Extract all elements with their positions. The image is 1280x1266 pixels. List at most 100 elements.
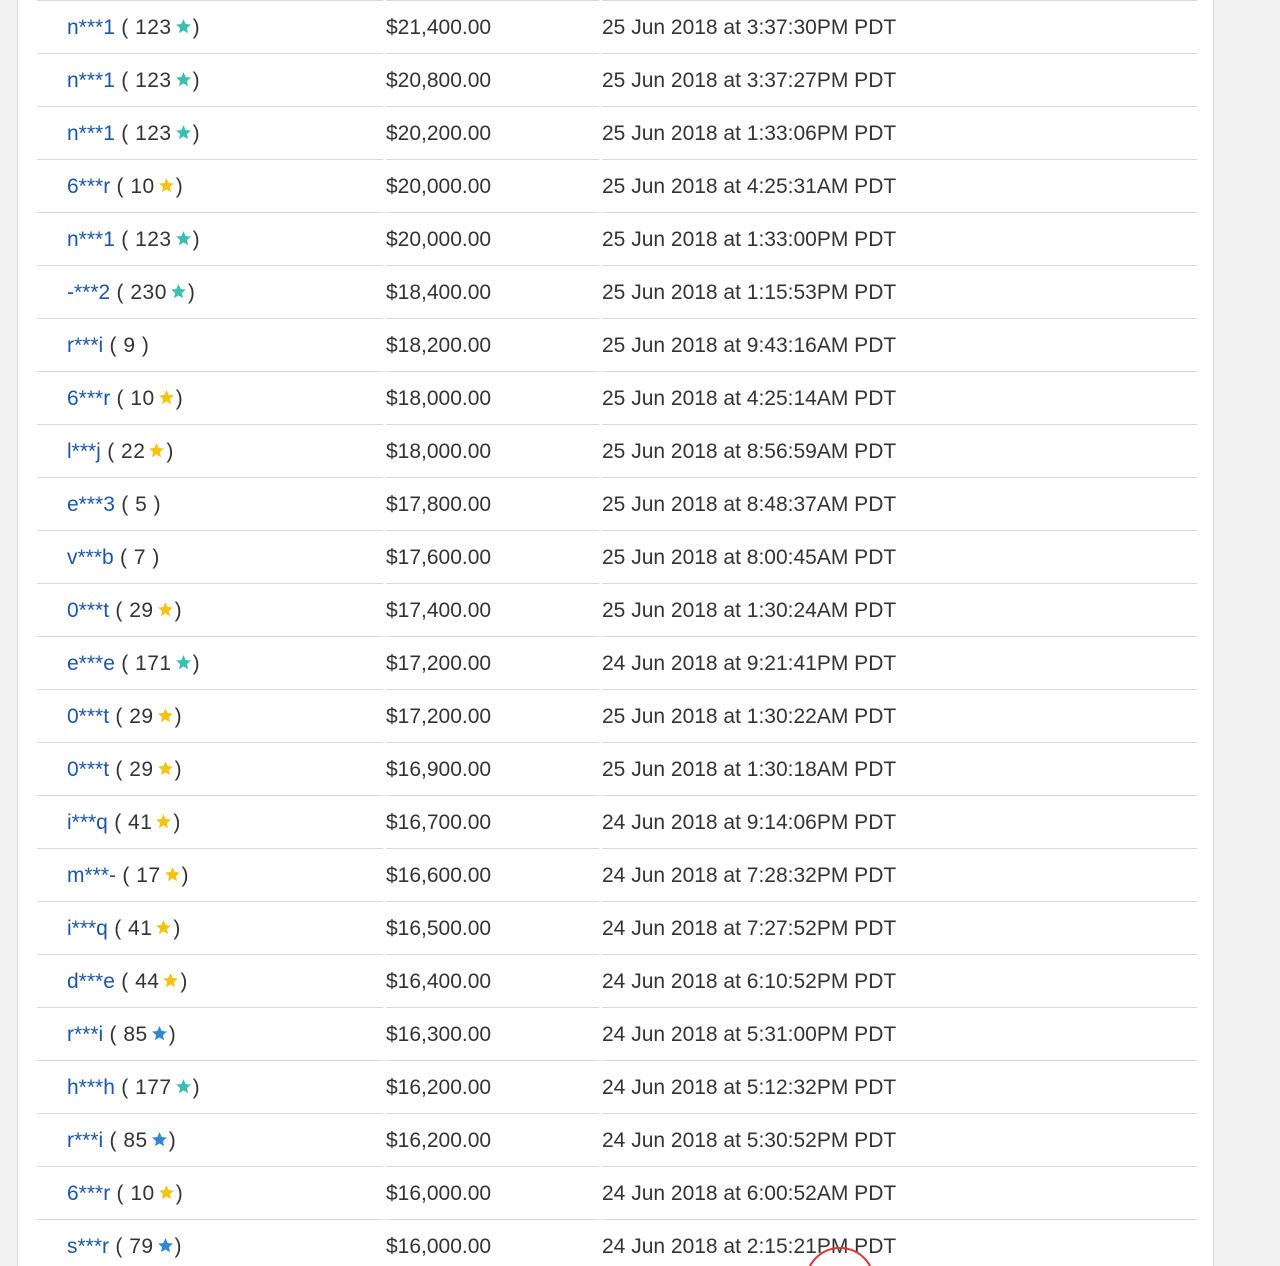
feedback-score[interactable]: 79 (129, 1235, 153, 1258)
feedback-star-icon (163, 865, 181, 883)
table-row: -***2 ( 230) $18,400.00 25 Jun 2018 at 1:1… (37, 266, 1197, 319)
bidder-username-link[interactable]: m***- (67, 864, 116, 887)
bidder-username-link[interactable]: n***1 (67, 69, 115, 92)
bid-time: 25 Jun 2018 at 8:48:37AM PDT (602, 478, 1197, 531)
feedback-star-icon (157, 388, 175, 406)
bidder-username-link[interactable]: 6***r (67, 387, 110, 410)
bidder-username-link[interactable]: h***h (67, 1076, 115, 1099)
bidder-username-link[interactable]: i***q (67, 917, 108, 940)
bid-time: 24 Jun 2018 at 9:21:41PM PDT (602, 637, 1197, 690)
table-row: e***e ( 171) $17,200.00 24 Jun 2018 at 9:2… (37, 637, 1197, 690)
bid-time: 24 Jun 2018 at 5:30:52PM PDT (602, 1114, 1197, 1167)
bidder-username-link[interactable]: n***1 (67, 228, 115, 251)
feedback-score[interactable]: 85 (123, 1023, 147, 1046)
bidder-username-link[interactable]: -***2 (67, 281, 110, 304)
bid-time: 25 Jun 2018 at 4:25:31AM PDT (602, 160, 1197, 213)
bidder-cell: s***r ( 79) (37, 1220, 383, 1266)
bid-amount: $16,200.00 (386, 1061, 599, 1114)
feedback-score[interactable]: 29 (129, 599, 153, 622)
bidder-username-link[interactable]: s***r (67, 1235, 109, 1258)
feedback-score[interactable]: 230 (130, 281, 167, 304)
bid-time: 24 Jun 2018 at 6:10:52PM PDT (602, 955, 1197, 1008)
bidder-cell: n***1 ( 123) (37, 107, 383, 160)
bid-time: 25 Jun 2018 at 1:33:00PM PDT (602, 213, 1197, 266)
feedback-star-icon (169, 282, 187, 300)
bidder-cell: i***q ( 41) (37, 902, 383, 955)
bid-amount: $20,800.00 (386, 54, 599, 107)
bidder-username-link[interactable]: 6***r (67, 1182, 110, 1205)
bid-amount: $16,200.00 (386, 1114, 599, 1167)
bid-amount: $17,600.00 (386, 531, 599, 584)
bidder-username-link[interactable]: i***q (67, 811, 108, 834)
feedback-score[interactable]: 29 (129, 758, 153, 781)
bidder-username-link[interactable]: r***i (67, 1129, 103, 1152)
feedback-score[interactable]: 22 (121, 440, 145, 463)
bid-amount: $16,700.00 (386, 796, 599, 849)
table-row: i***q ( 41) $16,700.00 24 Jun 2018 at 9:14… (37, 796, 1197, 849)
bid-time: 25 Jun 2018 at 1:33:06PM PDT (602, 107, 1197, 160)
bidder-username-link[interactable]: r***i (67, 334, 103, 357)
bid-history-panel: n***1 ( 123) $21,400.00 25 Jun 2018 at 3:3… (17, 0, 1214, 1266)
bidder-username-link[interactable]: e***e (67, 652, 115, 675)
feedback-score[interactable]: 171 (135, 652, 172, 675)
bidder-username-link[interactable]: l***j (67, 440, 101, 463)
bidder-username-link[interactable]: 0***t (67, 705, 109, 728)
table-row: 0***t ( 29) $17,400.00 25 Jun 2018 at 1:30… (37, 584, 1197, 637)
feedback-score[interactable]: 10 (130, 387, 154, 410)
feedback-star-icon (174, 1077, 192, 1095)
bid-amount: $16,500.00 (386, 902, 599, 955)
feedback-score[interactable]: 177 (135, 1076, 172, 1099)
bid-time: 25 Jun 2018 at 4:25:14AM PDT (602, 372, 1197, 425)
bid-amount: $17,400.00 (386, 584, 599, 637)
bidder-cell: m***- ( 17) (37, 849, 383, 902)
bid-time: 24 Jun 2018 at 2:15:21PM PDT (602, 1220, 1197, 1266)
bidder-username-link[interactable]: v***b (67, 546, 114, 569)
bid-amount: $20,000.00 (386, 160, 599, 213)
bid-time: 24 Jun 2018 at 5:31:00PM PDT (602, 1008, 1197, 1061)
bid-amount: $20,200.00 (386, 107, 599, 160)
bidder-username-link[interactable]: 6***r (67, 175, 110, 198)
bid-rows: n***1 ( 123) $21,400.00 25 Jun 2018 at 3:3… (37, 1, 1197, 1266)
feedback-score[interactable]: 41 (128, 917, 152, 940)
bidder-username-link[interactable]: 0***t (67, 599, 109, 622)
feedback-score[interactable]: 123 (135, 69, 172, 92)
bid-time: 25 Jun 2018 at 1:30:24AM PDT (602, 584, 1197, 637)
table-row: n***1 ( 123) $21,400.00 25 Jun 2018 at 3:3… (37, 1, 1197, 54)
bidder-cell: e***3 ( 5 ) (37, 478, 383, 531)
bid-time: 25 Jun 2018 at 1:30:22AM PDT (602, 690, 1197, 743)
bidder-username-link[interactable]: e***3 (67, 493, 115, 516)
table-row: i***q ( 41) $16,500.00 24 Jun 2018 at 7:27… (37, 902, 1197, 955)
bid-time: 25 Jun 2018 at 9:43:16AM PDT (602, 319, 1197, 372)
bid-amount: $18,000.00 (386, 372, 599, 425)
bidder-username-link[interactable]: n***1 (67, 16, 115, 39)
bid-amount: $16,400.00 (386, 955, 599, 1008)
feedback-score[interactable]: 123 (135, 122, 172, 145)
feedback-score[interactable]: 29 (129, 705, 153, 728)
bidder-cell: r***i ( 85) (37, 1008, 383, 1061)
table-row: e***3 ( 5 ) $17,800.00 25 Jun 2018 at 8:48… (37, 478, 1197, 531)
feedback-star-icon (157, 1183, 175, 1201)
table-row: r***i ( 85) $16,300.00 24 Jun 2018 at 5:31… (37, 1008, 1197, 1061)
feedback-score[interactable]: 9 (123, 334, 135, 357)
feedback-score[interactable]: 17 (136, 864, 160, 887)
bidder-username-link[interactable]: r***i (67, 1023, 103, 1046)
table-row: 0***t ( 29) $16,900.00 25 Jun 2018 at 1:30… (37, 743, 1197, 796)
bidder-username-link[interactable]: 0***t (67, 758, 109, 781)
bidder-username-link[interactable]: d***e (67, 970, 115, 993)
feedback-score[interactable]: 5 (135, 493, 147, 516)
table-row: 6***r ( 10) $18,000.00 25 Jun 2018 at 4:25… (37, 372, 1197, 425)
feedback-score[interactable]: 10 (130, 1182, 154, 1205)
table-row: n***1 ( 123) $20,200.00 25 Jun 2018 at 1:3… (37, 107, 1197, 160)
feedback-score[interactable]: 123 (135, 16, 172, 39)
bid-amount: $21,400.00 (386, 1, 599, 54)
feedback-score[interactable]: 7 (134, 546, 146, 569)
feedback-star-icon (150, 1024, 168, 1042)
feedback-star-icon (156, 1236, 174, 1254)
feedback-score[interactable]: 85 (123, 1129, 147, 1152)
feedback-score[interactable]: 123 (135, 228, 172, 251)
feedback-score[interactable]: 44 (135, 970, 159, 993)
feedback-score[interactable]: 10 (130, 175, 154, 198)
bidder-cell: 0***t ( 29) (37, 584, 383, 637)
feedback-score[interactable]: 41 (128, 811, 152, 834)
bidder-username-link[interactable]: n***1 (67, 122, 115, 145)
